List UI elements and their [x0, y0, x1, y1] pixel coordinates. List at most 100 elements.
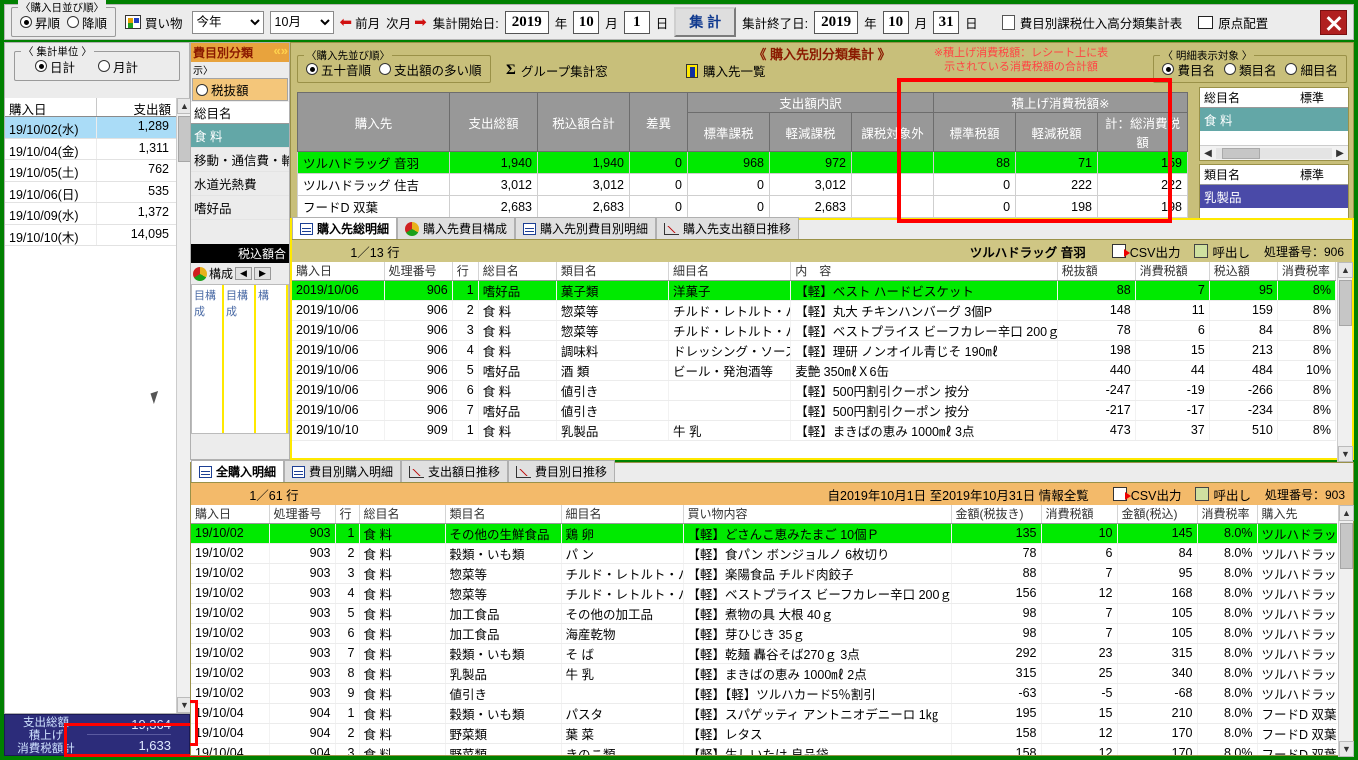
close-window-button[interactable] [1320, 10, 1347, 35]
display-subcategory-name-radio[interactable]: 細目名 [1285, 60, 1338, 79]
bottom-row[interactable]: 19/10/029033食 料惣菜等チルド・レトルト・パウチ【軽】楽陽食品 チル… [191, 563, 1337, 583]
sort-descending-radio[interactable]: 降順 [67, 13, 107, 32]
main-category-item[interactable]: 食 料 [1200, 108, 1348, 131]
date-row[interactable]: 19/10/10(木)14,095 [5, 225, 191, 247]
bottom-cell-incl: 168 [1117, 583, 1197, 603]
scrollbar-thumb[interactable] [1340, 523, 1353, 569]
strip-prev-button[interactable]: ◀ [235, 267, 252, 280]
date-row[interactable]: 19/10/04(金)1,311 [5, 139, 191, 161]
mid-row[interactable]: 2019/10/109091食 料乳製品牛 乳【軽】まきばの恵み 1000㎖ 3… [292, 420, 1336, 440]
mid-tab-2[interactable]: 購入先別費目別明細 [515, 217, 656, 239]
mid-tab-0[interactable]: 購入先総明細 [292, 217, 397, 239]
scrollbar-thumb[interactable] [1222, 148, 1260, 159]
prev-month-button[interactable]: ⬅ 前月 [340, 13, 381, 32]
strip-next-button[interactable]: ▶ [254, 267, 271, 280]
bottom-csv-export-button[interactable]: CSV出力 [1113, 485, 1182, 504]
summary-row[interactable]: ツルハドラッグ 音羽1,9401,94009689728871159 [298, 152, 1188, 174]
bottom-vertical-scrollbar[interactable]: ▲ ▼ [1338, 505, 1353, 757]
end-month-input[interactable]: 10 [883, 11, 909, 34]
bottom-row[interactable]: 19/10/029036食 料加工食品海産乾物【軽】芽ひじき 35ｇ987105… [191, 623, 1337, 643]
mid-row[interactable]: 2019/10/069066食 料値引き【軽】500円割引クーポン 按分-247… [292, 380, 1336, 400]
scroll-down-icon[interactable]: ▼ [1338, 446, 1353, 462]
bottom-cell-content: 【軽】楽陽食品 チルド肉餃子 [683, 563, 951, 583]
mid-row[interactable]: 2019/10/069067嗜好品値引き【軽】500円割引クーポン 按分-217… [292, 400, 1336, 420]
shop-list-button[interactable]: 購入先一覧 [686, 61, 766, 80]
month-select[interactable]: 10月 [270, 11, 334, 34]
strip-category-item[interactable]: 嗜好品 [191, 196, 289, 220]
mid-row[interactable]: 2019/10/069061嗜好品菓子類洋菓子【軽】ベスト ハードビスケット88… [292, 280, 1336, 300]
start-year-input[interactable]: 2019 [505, 11, 549, 34]
mid-recall-button[interactable]: 呼出し [1194, 242, 1250, 261]
scroll-left-icon[interactable]: ◀ [1200, 148, 1216, 159]
mid-cell-tax: 7 [1135, 280, 1209, 300]
bottom-row[interactable]: 19/10/029039食 料値引き【軽】【軽】ツルハカード5％割引-63-5-… [191, 683, 1337, 703]
start-month-input[interactable]: 10 [573, 11, 599, 34]
summary-row[interactable]: フードD 双葉2,6832,683002,6830198198 [298, 196, 1188, 218]
date-row[interactable]: 19/10/09(水)1,372 [5, 203, 191, 225]
year-select[interactable]: 今年 [192, 11, 264, 34]
scroll-down-icon[interactable]: ▼ [1339, 741, 1354, 757]
bottom-row[interactable]: 19/10/029035食 料加工食品その他の加工品【軽】煮物の具 大根 40ｇ… [191, 603, 1337, 623]
mid-tab-1[interactable]: 購入先費目構成 [397, 217, 515, 239]
mid-csv-export-button[interactable]: CSV出力 [1112, 242, 1181, 261]
date-row[interactable]: 19/10/06(日)535 [5, 182, 191, 204]
mid-row[interactable]: 2019/10/069064食 料調味料ドレッシング・ソース類【軽】理研 ノンオ… [292, 340, 1336, 360]
mid-row[interactable]: 2019/10/069065嗜好品酒 類ビール・発泡酒等麦艶 350㎖Ｘ6缶44… [292, 360, 1336, 380]
bottom-tab-0[interactable]: 全購入明細 [191, 460, 284, 482]
bottom-tab-2[interactable]: 支出額日推移 [401, 460, 508, 482]
date-row[interactable]: 19/10/05(土)762 [5, 160, 191, 182]
summary-cell-red: 3,012 [770, 174, 852, 196]
scroll-up-icon[interactable]: ▲ [1339, 505, 1354, 521]
bottom-row[interactable]: 19/10/049042食 料野菜類葉 菜【軽】レタス158121708.0%フ… [191, 723, 1337, 743]
date-table-scrollbar[interactable]: ▲ ▼ [176, 98, 191, 713]
scrollbar-track[interactable] [1216, 148, 1332, 159]
mid-vertical-scrollbar[interactable]: ▲ ▼ [1337, 262, 1352, 462]
mid-row[interactable]: 2019/10/069062食 料惣菜等チルド・レトルト・パウチ【軽】丸大 チキ… [292, 300, 1336, 320]
bottom-row[interactable]: 19/10/029037食 料穀類・いも類そ ば【軽】乾麺 轟谷そば270ｇ 3… [191, 643, 1337, 663]
bottom-row[interactable]: 19/10/029038食 料乳製品牛 乳【軽】まきばの恵み 1000㎖ 2点3… [191, 663, 1337, 683]
bottom-col-7: 金額(税抜き) [951, 505, 1041, 523]
scrollbar-thumb[interactable] [1339, 280, 1352, 326]
mid-cell-line: 3 [452, 320, 478, 340]
bottom-tab-3[interactable]: 費目別日推移 [508, 460, 615, 482]
summary-row[interactable]: ツルハドラッグ 住吉3,0123,012003,0120222222 [298, 174, 1188, 196]
shopping-button[interactable]: 買い物 [122, 11, 186, 34]
bottom-row[interactable]: 19/10/029031食 料その他の生鮮食品鶏 卵【軽】どさんこ恵みたまご 1… [191, 523, 1337, 543]
aggregate-button[interactable]: 集 計 [674, 7, 736, 37]
strip-tax-excluded-radio[interactable]: 税抜額 [192, 78, 288, 101]
end-day-input[interactable]: 31 [933, 11, 959, 34]
strip-category-item[interactable]: 食 料 [191, 124, 289, 148]
strip-category-item[interactable]: 移動・通信費・輸送 [191, 148, 289, 172]
sub-category-item[interactable]: 乳製品 [1200, 185, 1348, 208]
sort-ascending-radio[interactable]: 昇順 [20, 13, 60, 32]
mid-tab-3[interactable]: 購入先支出額日推移 [656, 217, 799, 239]
date-row[interactable]: 19/10/02(水)1,289 [5, 117, 191, 139]
origin-placement-button[interactable]: 原点配置 [1198, 13, 1268, 32]
end-year-input[interactable]: 2019 [814, 11, 858, 34]
next-month-button[interactable]: 次月 ➡ [386, 13, 427, 32]
bottom-rows-count: 1／61 行 [199, 485, 349, 504]
tax-excluded-radio[interactable]: 税抜額 [196, 80, 284, 99]
sort-by-amount-radio[interactable]: 支出額の多い順 [379, 60, 482, 79]
mid-cell-tax: 37 [1135, 420, 1209, 440]
mid-row[interactable]: 2019/10/069063食 料惣菜等チルド・レトルト・パウチ【軽】ベストプラ… [292, 320, 1336, 340]
bottom-row[interactable]: 19/10/029032食 料穀類・いも類パ ン【軽】食パン ボンジョルノ 6枚… [191, 543, 1337, 563]
tax-classification-report-button[interactable]: 費目別課税仕入高分類集計表 [1002, 13, 1183, 32]
strip-category-item[interactable]: 水道光熱費 [191, 172, 289, 196]
mid-rows-count: 1／13 行 [300, 242, 450, 261]
unit-monthly-radio[interactable]: 月計 [98, 57, 138, 76]
chevron-expand-icon[interactable]: «» [274, 43, 288, 58]
bottom-row[interactable]: 19/10/049041食 料穀類・いも類パスタ【軽】スパゲッティ アントニオデ… [191, 703, 1337, 723]
bottom-row[interactable]: 19/10/029034食 料惣菜等チルド・レトルト・パウチ【軽】ベストプライス… [191, 583, 1337, 603]
group-aggregate-window-button[interactable]: Σ グループ集計窓 [506, 61, 608, 80]
scroll-up-icon[interactable]: ▲ [1338, 262, 1353, 278]
th-nontaxable: 課税対象外 [852, 113, 934, 152]
main-category-hscroll[interactable]: ◀ ▶ [1200, 145, 1348, 160]
start-day-input[interactable]: 1 [624, 11, 650, 34]
bottom-recall-button[interactable]: 呼出し [1195, 485, 1251, 504]
bottom-tab-1[interactable]: 費目別購入明細 [284, 460, 401, 482]
detail-display-legend: 〈 明細表示対象 〉 [1160, 48, 1254, 63]
unit-daily-radio[interactable]: 日計 [35, 57, 75, 76]
bottom-row[interactable]: 19/10/049043食 料野菜類きのこ類【軽】生しいたけ 良品袋158121… [191, 743, 1337, 755]
scroll-right-icon[interactable]: ▶ [1332, 148, 1348, 159]
